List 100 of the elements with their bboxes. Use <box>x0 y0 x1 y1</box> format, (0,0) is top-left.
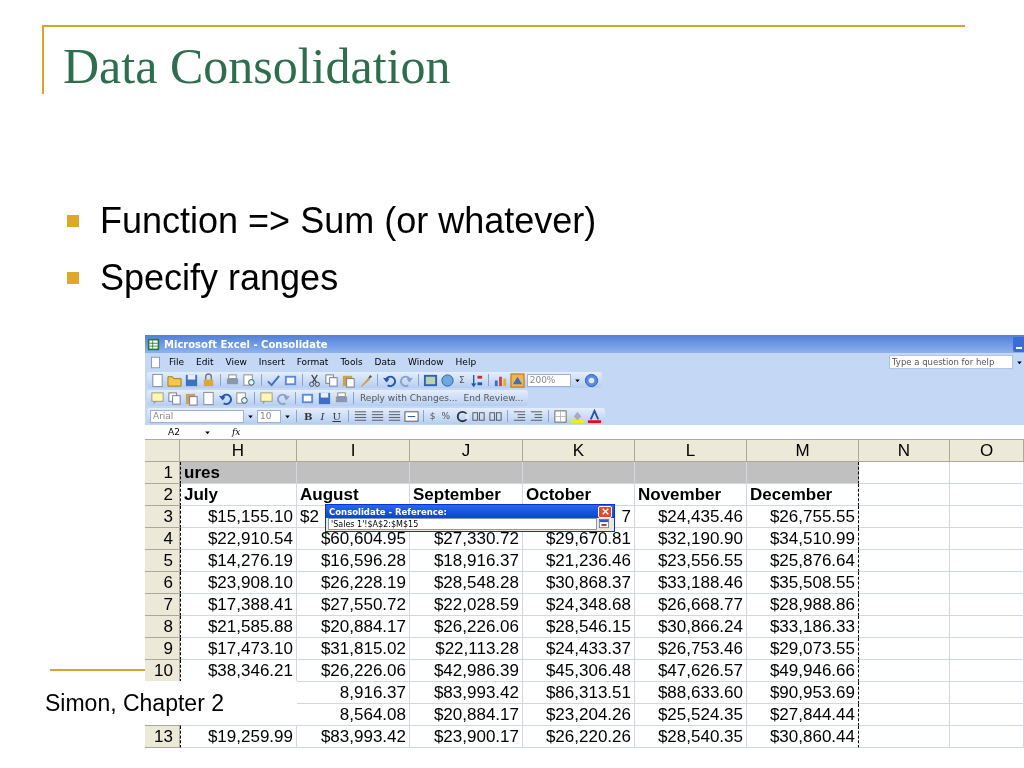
reference-field[interactable]: 'Sales 1'!$A$2:$M$15 <box>328 518 597 530</box>
table-cell: $23,900.17 <box>410 726 523 748</box>
table-cell: $26,668.77 <box>635 594 747 616</box>
column-header[interactable]: H <box>180 440 297 462</box>
table-cell: $28,540.35 <box>635 726 747 748</box>
page-icon[interactable] <box>150 372 165 388</box>
table-cell: $42,986.39 <box>410 660 523 682</box>
table-cell: $33,186.33 <box>747 616 859 638</box>
format-button[interactable]: U <box>329 410 344 422</box>
align-icon[interactable] <box>352 408 368 424</box>
row-header[interactable]: 7 <box>145 594 180 616</box>
copy-icon[interactable] <box>324 372 339 388</box>
column-header[interactable]: K <box>523 440 635 462</box>
column-header[interactable]: J <box>410 440 523 462</box>
table-cell: $22,028.59 <box>410 594 523 616</box>
row-header[interactable]: 4 <box>145 528 180 550</box>
align-icon[interactable] <box>369 408 385 424</box>
row-header[interactable]: 8 <box>145 616 180 638</box>
magnifier-icon[interactable] <box>242 372 257 388</box>
sum-button[interactable]: Σ <box>457 375 467 385</box>
table-cell: $49,946.66 <box>747 660 859 682</box>
menu-item[interactable]: Edit <box>191 356 219 368</box>
close-button[interactable] <box>598 505 612 518</box>
toolbar-button[interactable]: End Review... <box>461 393 526 403</box>
table-cell: $29,073.55 <box>747 638 859 660</box>
drawing-tools-icon[interactable] <box>509 372 525 388</box>
row-header[interactable]: 13 <box>145 726 180 748</box>
format-button[interactable]: % <box>439 411 453 421</box>
minimize-button[interactable] <box>1013 336 1024 352</box>
table-cell: $20,884.17 <box>410 704 523 726</box>
menu-item[interactable]: View <box>220 356 252 368</box>
menu-item[interactable]: File <box>164 356 190 368</box>
menu-item[interactable]: Window <box>403 356 449 368</box>
column-header[interactable]: L <box>635 440 747 462</box>
comment-icon[interactable] <box>259 390 274 406</box>
table-cell: $28,546.15 <box>523 616 635 638</box>
table-cell: $26,753.46 <box>635 638 747 660</box>
format-button[interactable]: $ <box>427 411 438 421</box>
help-icon[interactable] <box>583 372 599 388</box>
row-header[interactable]: 5 <box>145 550 180 572</box>
menu-item[interactable]: Tools <box>335 356 368 368</box>
table-cell: $18,916.37 <box>410 550 523 572</box>
page-icon[interactable] <box>201 390 216 406</box>
column-header[interactable]: M <box>747 440 859 462</box>
checkmark-icon[interactable] <box>266 372 281 388</box>
table-cell: $35,508.55 <box>747 572 859 594</box>
row-header[interactable]: 3 <box>145 506 180 528</box>
toolbar-button[interactable]: Reply with Changes... <box>358 393 460 403</box>
format-button[interactable]: I <box>317 410 328 422</box>
menu-item[interactable]: Format <box>291 356 334 368</box>
table-cell: $30,866.24 <box>635 616 747 638</box>
table-cell: $30,868.37 <box>523 572 635 594</box>
function-label: fx <box>232 427 241 437</box>
menu-item[interactable]: Help <box>450 356 482 368</box>
font-color-icon[interactable] <box>587 408 603 424</box>
copy-icon[interactable] <box>167 390 182 406</box>
table-cell: $24,433.37 <box>523 638 635 660</box>
indent-icon[interactable] <box>512 408 528 424</box>
close-icon <box>600 507 610 516</box>
menu-item[interactable]: Data <box>369 356 402 368</box>
help-search-field[interactable]: Type a question for help <box>889 355 1013 369</box>
lock-icon[interactable] <box>201 372 216 388</box>
table-cell: $26,226.06 <box>297 660 410 682</box>
borders-icon[interactable] <box>553 408 569 424</box>
magnifier-icon[interactable] <box>235 390 250 406</box>
font-field[interactable]: Arial <box>150 409 244 423</box>
align-icon[interactable] <box>386 408 402 424</box>
menu-item[interactable]: Insert <box>253 356 290 368</box>
column-header[interactable]: N <box>859 440 950 462</box>
table-cell: $26,755.55 <box>747 506 859 528</box>
row-header[interactable]: 1 <box>145 462 180 484</box>
column-header[interactable]: O <box>950 440 1024 462</box>
row-header[interactable]: 9 <box>145 638 180 660</box>
table-cell: July <box>180 484 297 506</box>
table-cell: $14,276.19 <box>180 550 297 572</box>
zoom-field[interactable]: 200% <box>526 373 571 387</box>
expand-dialog-button[interactable] <box>598 519 612 529</box>
table-cell: December <box>747 484 859 506</box>
table-cell: $19,259.99 <box>180 726 297 748</box>
scissors-icon[interactable] <box>307 372 322 388</box>
table-cell: $83,993.42 <box>410 682 523 704</box>
link-icon[interactable] <box>423 372 438 388</box>
bullet-square <box>67 214 79 227</box>
format-button[interactable]: B <box>301 410 316 422</box>
window-title: Microsoft Excel - Consolidate <box>164 338 328 350</box>
comment-icon[interactable] <box>150 390 165 406</box>
bullet-text: Specify ranges <box>100 256 339 299</box>
euro-icon[interactable] <box>454 408 470 424</box>
table-cell: $24,348.68 <box>523 594 635 616</box>
page-icon[interactable] <box>149 355 162 369</box>
column-header[interactable]: I <box>297 440 410 462</box>
row-header[interactable]: 6 <box>145 572 180 594</box>
globe-icon[interactable] <box>440 372 455 388</box>
row-header[interactable]: 10 <box>145 660 180 682</box>
brush-icon[interactable] <box>358 372 373 388</box>
merge-icon[interactable] <box>403 408 419 424</box>
row-header[interactable]: 2 <box>145 484 180 506</box>
table-cell: $25,524.35 <box>635 704 747 726</box>
font-size-field[interactable]: 10 <box>257 409 281 423</box>
indent-icon[interactable] <box>529 408 545 424</box>
